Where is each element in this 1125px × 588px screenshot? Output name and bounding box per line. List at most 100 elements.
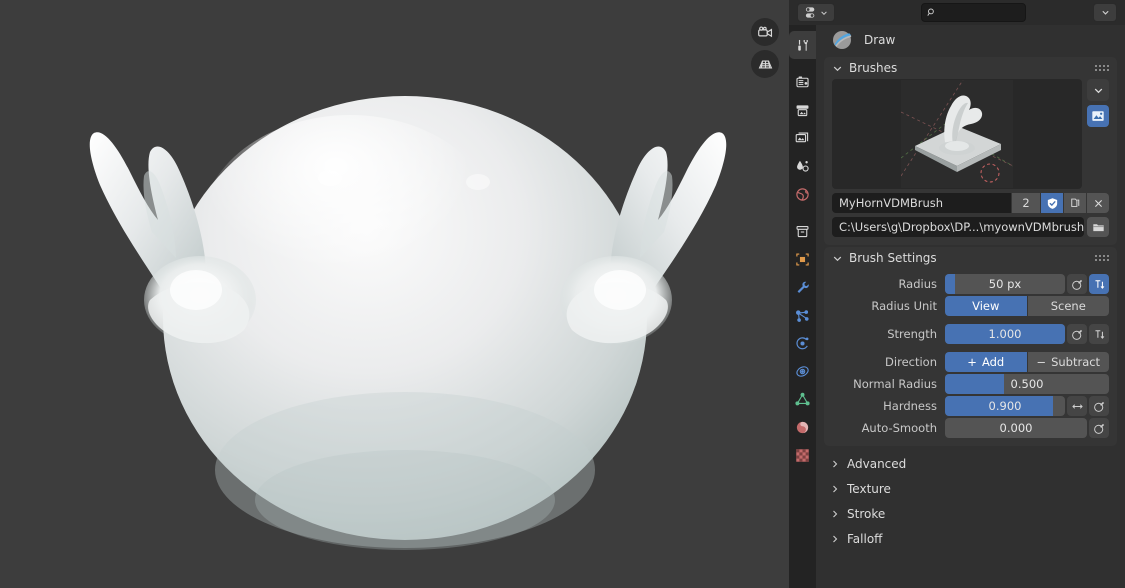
properties-options-dropdown[interactable]: [1093, 3, 1117, 22]
auto-smooth-slider[interactable]: 0.000: [945, 418, 1087, 438]
direction-subtract-prefix: −: [1036, 355, 1046, 369]
sidebar-item-object[interactable]: [789, 245, 816, 273]
unified-radius-icon[interactable]: [1089, 274, 1109, 294]
hardness-label: Hardness: [832, 399, 940, 413]
fake-user-shield-button[interactable]: [1041, 193, 1063, 213]
sidebar-item-tool[interactable]: [789, 31, 816, 59]
brush-texture-path-field[interactable]: C:\Users\g\Dropbox\DP...\myownVDMbrush.p…: [832, 217, 1084, 237]
properties-editor: Draw Brushes: [789, 0, 1125, 588]
3d-viewport[interactable]: [0, 0, 789, 588]
chevron-right-icon: [830, 509, 840, 519]
direction-add-button[interactable]: + Add: [945, 352, 1027, 372]
pressure-hardness-icon[interactable]: [1089, 396, 1109, 416]
direction-subtract-button[interactable]: − Subtract: [1028, 352, 1110, 372]
brush-name-field[interactable]: MyHornVDMBrush: [832, 193, 1011, 213]
duplicate-brush-button[interactable]: [1064, 193, 1086, 213]
chevron-down-icon: [1093, 85, 1104, 96]
active-brush-header: Draw: [816, 25, 1125, 57]
hardness-slider[interactable]: 0.900: [945, 396, 1065, 416]
subpanel-texture[interactable]: Texture: [816, 476, 1125, 501]
sidebar-item-scene[interactable]: [789, 152, 816, 180]
brush-image-button[interactable]: [1087, 105, 1109, 127]
blender-window: Draw Brushes: [0, 0, 1125, 588]
hardness-value: 0.900: [989, 399, 1022, 413]
sidebar-item-material[interactable]: [789, 413, 816, 441]
properties-content: Draw Brushes: [816, 25, 1125, 588]
subpanel-advanced[interactable]: Advanced: [816, 451, 1125, 476]
row-strength: Strength 1.000: [832, 324, 1109, 344]
brushes-panel: Brushes: [824, 57, 1117, 245]
radius-unit-label: Radius Unit: [832, 299, 940, 313]
file-browse-button[interactable]: [1087, 217, 1109, 237]
close-icon: [1093, 198, 1104, 209]
direction-add-prefix: +: [967, 355, 977, 369]
brush-settings-panel-header[interactable]: Brush Settings: [824, 247, 1117, 269]
sidebar-item-object-data[interactable]: [789, 385, 816, 413]
direction-label: Direction: [832, 355, 940, 369]
normal-radius-slider[interactable]: 0.500: [945, 374, 1109, 394]
row-direction: Direction + Add − Subtract: [832, 352, 1109, 372]
radius-slider[interactable]: 50 px: [945, 274, 1065, 294]
chevron-down-icon: [820, 9, 828, 17]
normal-radius-value: 0.500: [1011, 377, 1044, 391]
row-radius-unit: Radius Unit View Scene: [832, 296, 1109, 316]
radius-unit-view-button[interactable]: View: [945, 296, 1027, 316]
direction-subtract-label: Subtract: [1051, 355, 1100, 369]
draw-brush-icon: [830, 28, 854, 52]
chevron-right-icon: [830, 484, 840, 494]
brush-user-count[interactable]: 2: [1012, 193, 1040, 213]
brush-settings-panel: Brush Settings Radius: [824, 247, 1117, 446]
auto-smooth-label: Auto-Smooth: [832, 421, 940, 435]
chevron-down-icon: [832, 253, 843, 264]
viewport-gizmo-bar: [747, 0, 783, 78]
subpanel-falloff[interactable]: Falloff: [816, 526, 1125, 551]
image-icon: [1091, 109, 1105, 123]
search-field[interactable]: [940, 6, 1020, 19]
brush-dropdown-button[interactable]: [1087, 79, 1109, 101]
sculpt-model: [0, 0, 789, 588]
sidebar-item-output[interactable]: [789, 96, 816, 124]
strength-slider[interactable]: 1.000: [945, 324, 1065, 344]
radius-unit-scene-button[interactable]: Scene: [1028, 296, 1110, 316]
brush-preview-thumbnail[interactable]: [832, 79, 1082, 189]
sidebar-item-particles[interactable]: [789, 301, 816, 329]
subpanel-stroke[interactable]: Stroke: [816, 501, 1125, 526]
row-hardness: Hardness 0.900: [832, 396, 1109, 416]
sidebar-item-physics[interactable]: [789, 329, 816, 357]
search-icon: [927, 7, 936, 18]
row-normal-radius: Normal Radius 0.500: [832, 374, 1109, 394]
pressure-radius-icon[interactable]: [1067, 274, 1087, 294]
pressure-strength-icon[interactable]: [1067, 324, 1087, 344]
search-input[interactable]: [921, 3, 1026, 22]
chevron-down-icon: [1101, 8, 1110, 17]
grid-floor-icon[interactable]: [751, 50, 779, 78]
brush-name-value: MyHornVDMBrush: [839, 196, 943, 210]
camera-view-icon[interactable]: [751, 18, 779, 46]
panel-drag-grip[interactable]: [1095, 65, 1109, 71]
brush-user-count-value: 2: [1022, 196, 1029, 210]
brushes-panel-header[interactable]: Brushes: [824, 57, 1117, 79]
sidebar-item-collection[interactable]: [789, 217, 816, 245]
unified-strength-icon[interactable]: [1089, 324, 1109, 344]
pressure-autosmooth-icon[interactable]: [1089, 418, 1109, 438]
chevron-down-icon: [832, 63, 843, 74]
panel-drag-grip[interactable]: [1095, 255, 1109, 261]
subpanel-falloff-label: Falloff: [847, 532, 882, 546]
properties-tab-rail: [789, 25, 816, 588]
chevron-right-icon: [830, 534, 840, 544]
sidebar-item-modifiers[interactable]: [789, 273, 816, 301]
sidebar-item-world[interactable]: [789, 180, 816, 208]
sidebar-item-render[interactable]: [789, 68, 816, 96]
unlink-brush-button[interactable]: [1087, 193, 1109, 213]
row-radius: Radius 50 px: [832, 274, 1109, 294]
hardness-range-icon[interactable]: [1067, 396, 1087, 416]
editor-type-selector[interactable]: [797, 3, 835, 22]
sidebar-item-texture[interactable]: [789, 441, 816, 469]
sidebar-item-constraints[interactable]: [789, 357, 816, 385]
radius-unit-segmented: View Scene: [945, 296, 1109, 316]
strength-value: 1.000: [989, 327, 1022, 341]
chevron-right-icon: [830, 459, 840, 469]
direction-add-label: Add: [982, 355, 1004, 369]
direction-segmented: + Add − Subtract: [945, 352, 1109, 372]
sidebar-item-view-layer[interactable]: [789, 124, 816, 152]
